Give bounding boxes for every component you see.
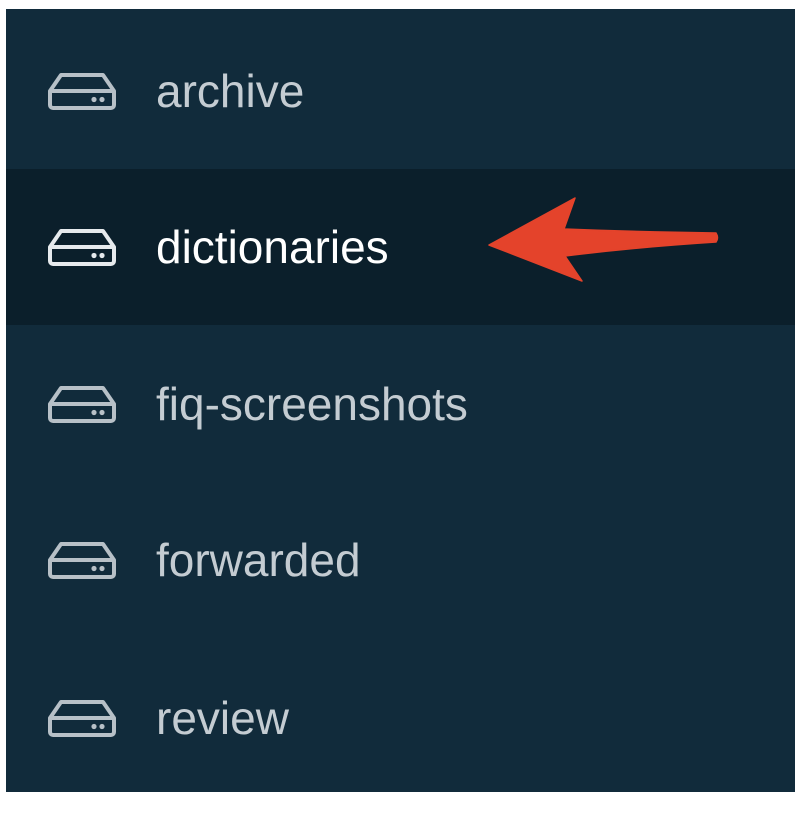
sidebar-item-archive[interactable]: archive: [6, 13, 795, 169]
sidebar-item-forwarded[interactable]: forwarded: [6, 482, 795, 638]
sidebar-item-fiq-screenshots[interactable]: fiq-screenshots: [6, 326, 795, 482]
drive-icon: [47, 227, 117, 267]
drive-icon: [47, 698, 117, 738]
sidebar-item-review[interactable]: review: [6, 640, 795, 792]
sidebar-item-label: archive: [156, 65, 305, 117]
sidebar-item-label: review: [156, 692, 289, 744]
drive-icon: [47, 540, 117, 580]
sidebar-item-dictionaries[interactable]: dictionaries: [6, 169, 795, 325]
drive-icon: [47, 384, 117, 424]
sidebar-panel: archive dictionaries fiq-screenshots for…: [6, 9, 795, 792]
sidebar-item-label: fiq-screenshots: [156, 378, 468, 430]
drive-icon: [47, 71, 117, 111]
sidebar-item-label: dictionaries: [156, 221, 389, 273]
sidebar-item-label: forwarded: [156, 534, 361, 586]
